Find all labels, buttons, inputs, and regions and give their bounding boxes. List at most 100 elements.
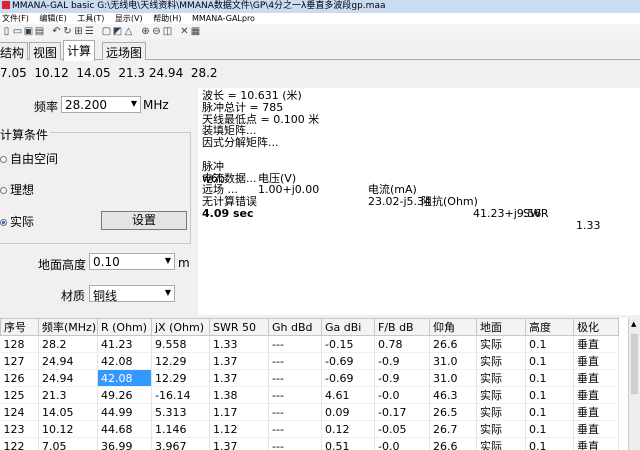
target-icon[interactable]: ⊕: [140, 24, 151, 39]
table-cell[interactable]: 10.12: [38, 420, 98, 438]
table-cell[interactable]: 123: [0, 420, 39, 438]
chart-icon[interactable]: ◩: [112, 24, 123, 39]
table-cell[interactable]: 1.37: [209, 437, 269, 450]
rotate-icon[interactable]: ↻: [62, 24, 73, 39]
table-cell[interactable]: 1.37: [209, 352, 269, 370]
table-cell[interactable]: 122: [0, 437, 39, 450]
table-cell[interactable]: 1.33: [209, 335, 269, 353]
table-cell[interactable]: 31.0: [429, 369, 477, 387]
table-cell[interactable]: 128: [0, 335, 39, 353]
radio-ideal[interactable]: 理想: [0, 181, 34, 198]
table-cell[interactable]: 124: [0, 403, 39, 421]
new-file-icon[interactable]: ▯: [1, 24, 12, 39]
zoom-icon[interactable]: ⊖: [151, 24, 162, 39]
column-header[interactable]: Gh dBd: [268, 318, 322, 336]
table-cell[interactable]: ---: [268, 352, 322, 370]
table-cell[interactable]: 127: [0, 352, 39, 370]
table-cell[interactable]: 实际: [476, 420, 526, 438]
calc-icon[interactable]: ▦: [190, 24, 201, 39]
column-header[interactable]: F/B dB: [374, 318, 430, 336]
table-cell[interactable]: 0.1: [525, 335, 574, 353]
table-cell[interactable]: 0.12: [321, 420, 375, 438]
column-header[interactable]: Ga dBi: [321, 318, 375, 336]
table-cell[interactable]: 1.37: [209, 369, 269, 387]
table-cell[interactable]: 0.1: [525, 437, 574, 450]
table-cell[interactable]: 14.05: [38, 403, 98, 421]
table-cell[interactable]: 垂直: [573, 369, 619, 387]
table-cell[interactable]: 26.6: [429, 335, 477, 353]
table-cell[interactable]: 4.61: [321, 386, 375, 404]
column-header[interactable]: 高度: [525, 318, 574, 336]
table-row[interactable]: 124 14.05 44.99 5.313 1.17 --- 0.09 -0.17 26.5 实际…: [0, 403, 619, 421]
table-cell[interactable]: 1.17: [209, 403, 269, 421]
table-cell[interactable]: 44.68: [97, 420, 152, 438]
table-cell[interactable]: 0.09: [321, 403, 375, 421]
table-cell[interactable]: ---: [268, 403, 322, 421]
table-cell[interactable]: 0.78: [374, 335, 430, 353]
table-cell[interactable]: 垂直: [573, 420, 619, 438]
height-combo[interactable]: 0.10 ▼: [89, 253, 175, 270]
scroll-thumb[interactable]: [631, 334, 638, 394]
settings-button[interactable]: 设置: [101, 211, 187, 230]
table-cell[interactable]: 实际: [476, 369, 526, 387]
column-header[interactable]: 仰角: [429, 318, 477, 336]
column-header[interactable]: 序号: [0, 318, 39, 336]
table-cell[interactable]: 垂直: [573, 352, 619, 370]
table-cell[interactable]: 46.3: [429, 386, 477, 404]
table-cell[interactable]: 41.23: [97, 335, 152, 353]
triangle-icon[interactable]: △: [123, 24, 134, 39]
column-header[interactable]: jX (Ohm): [151, 318, 210, 336]
material-combo[interactable]: 铜线 ▼: [89, 285, 175, 303]
table-cell[interactable]: 126: [0, 369, 39, 387]
table-cell[interactable]: 垂直: [573, 386, 619, 404]
table-row[interactable]: 122 7.05 36.99 3.967 1.37 --- 0.51 -0.0 26.6 实际 0.…: [0, 437, 619, 450]
menu-tools[interactable]: 工具(T): [77, 14, 104, 23]
table-cell[interactable]: 21.3: [38, 386, 98, 404]
table-cell[interactable]: 实际: [476, 437, 526, 450]
table-cell[interactable]: ---: [268, 437, 322, 450]
radio-free-space[interactable]: 自由空间: [0, 150, 58, 167]
page-icon[interactable]: ▢: [101, 24, 112, 39]
tab-calc[interactable]: 计算: [63, 40, 96, 61]
table-cell[interactable]: 0.1: [525, 420, 574, 438]
tab-structure[interactable]: 结构: [0, 42, 29, 60]
table-cell[interactable]: 0.1: [525, 403, 574, 421]
save-icon[interactable]: ▣: [23, 24, 34, 39]
table-cell[interactable]: -0.15: [321, 335, 375, 353]
table-cell[interactable]: -0.69: [321, 369, 375, 387]
table-row[interactable]: 123 10.12 44.68 1.146 1.12 --- 0.12 -0.05 26.7 实际…: [0, 420, 619, 438]
tab-view[interactable]: 视图: [29, 42, 62, 60]
table-row[interactable]: 127 24.94 42.08 12.29 1.37 --- -0.69 -0.9 31.0 实际…: [0, 352, 619, 370]
table-cell[interactable]: ---: [268, 369, 322, 387]
table-cell[interactable]: 26.7: [429, 420, 477, 438]
menu-edit[interactable]: 编辑(E): [39, 14, 66, 23]
table-cell[interactable]: 实际: [476, 335, 526, 353]
table-cell[interactable]: 125: [0, 386, 39, 404]
table-cell[interactable]: -16.14: [151, 386, 210, 404]
table-cell[interactable]: 实际: [476, 352, 526, 370]
table-cell[interactable]: 实际: [476, 386, 526, 404]
column-header[interactable]: SWR 50: [209, 318, 269, 336]
tool-icon[interactable]: ✕: [179, 24, 190, 39]
column-header[interactable]: 极化: [573, 318, 619, 336]
table-cell[interactable]: 26.5: [429, 403, 477, 421]
column-header[interactable]: 地面: [476, 318, 526, 336]
table-cell[interactable]: ---: [268, 386, 322, 404]
table-cell[interactable]: 5.313: [151, 403, 210, 421]
table-cell[interactable]: 26.6: [429, 437, 477, 450]
table-cell[interactable]: ---: [268, 335, 322, 353]
table-cell[interactable]: 0.1: [525, 352, 574, 370]
table-cell[interactable]: 24.94: [38, 352, 98, 370]
tab-farfield[interactable]: 远场图: [102, 42, 147, 60]
table-cell[interactable]: 1.38: [209, 386, 269, 404]
table-cell[interactable]: 垂直: [573, 403, 619, 421]
table-cell[interactable]: 1.12: [209, 420, 269, 438]
table-cell[interactable]: 31.0: [429, 352, 477, 370]
radio-real[interactable]: 实际: [0, 213, 34, 230]
table-cell[interactable]: -0.69: [321, 352, 375, 370]
table-cell[interactable]: 42.08: [97, 352, 152, 370]
table-cell[interactable]: 1.146: [151, 420, 210, 438]
table-cell[interactable]: 24.94: [38, 369, 98, 387]
scroll-up-icon[interactable]: ▲: [631, 320, 636, 328]
table-cell[interactable]: -0.0: [374, 437, 430, 450]
